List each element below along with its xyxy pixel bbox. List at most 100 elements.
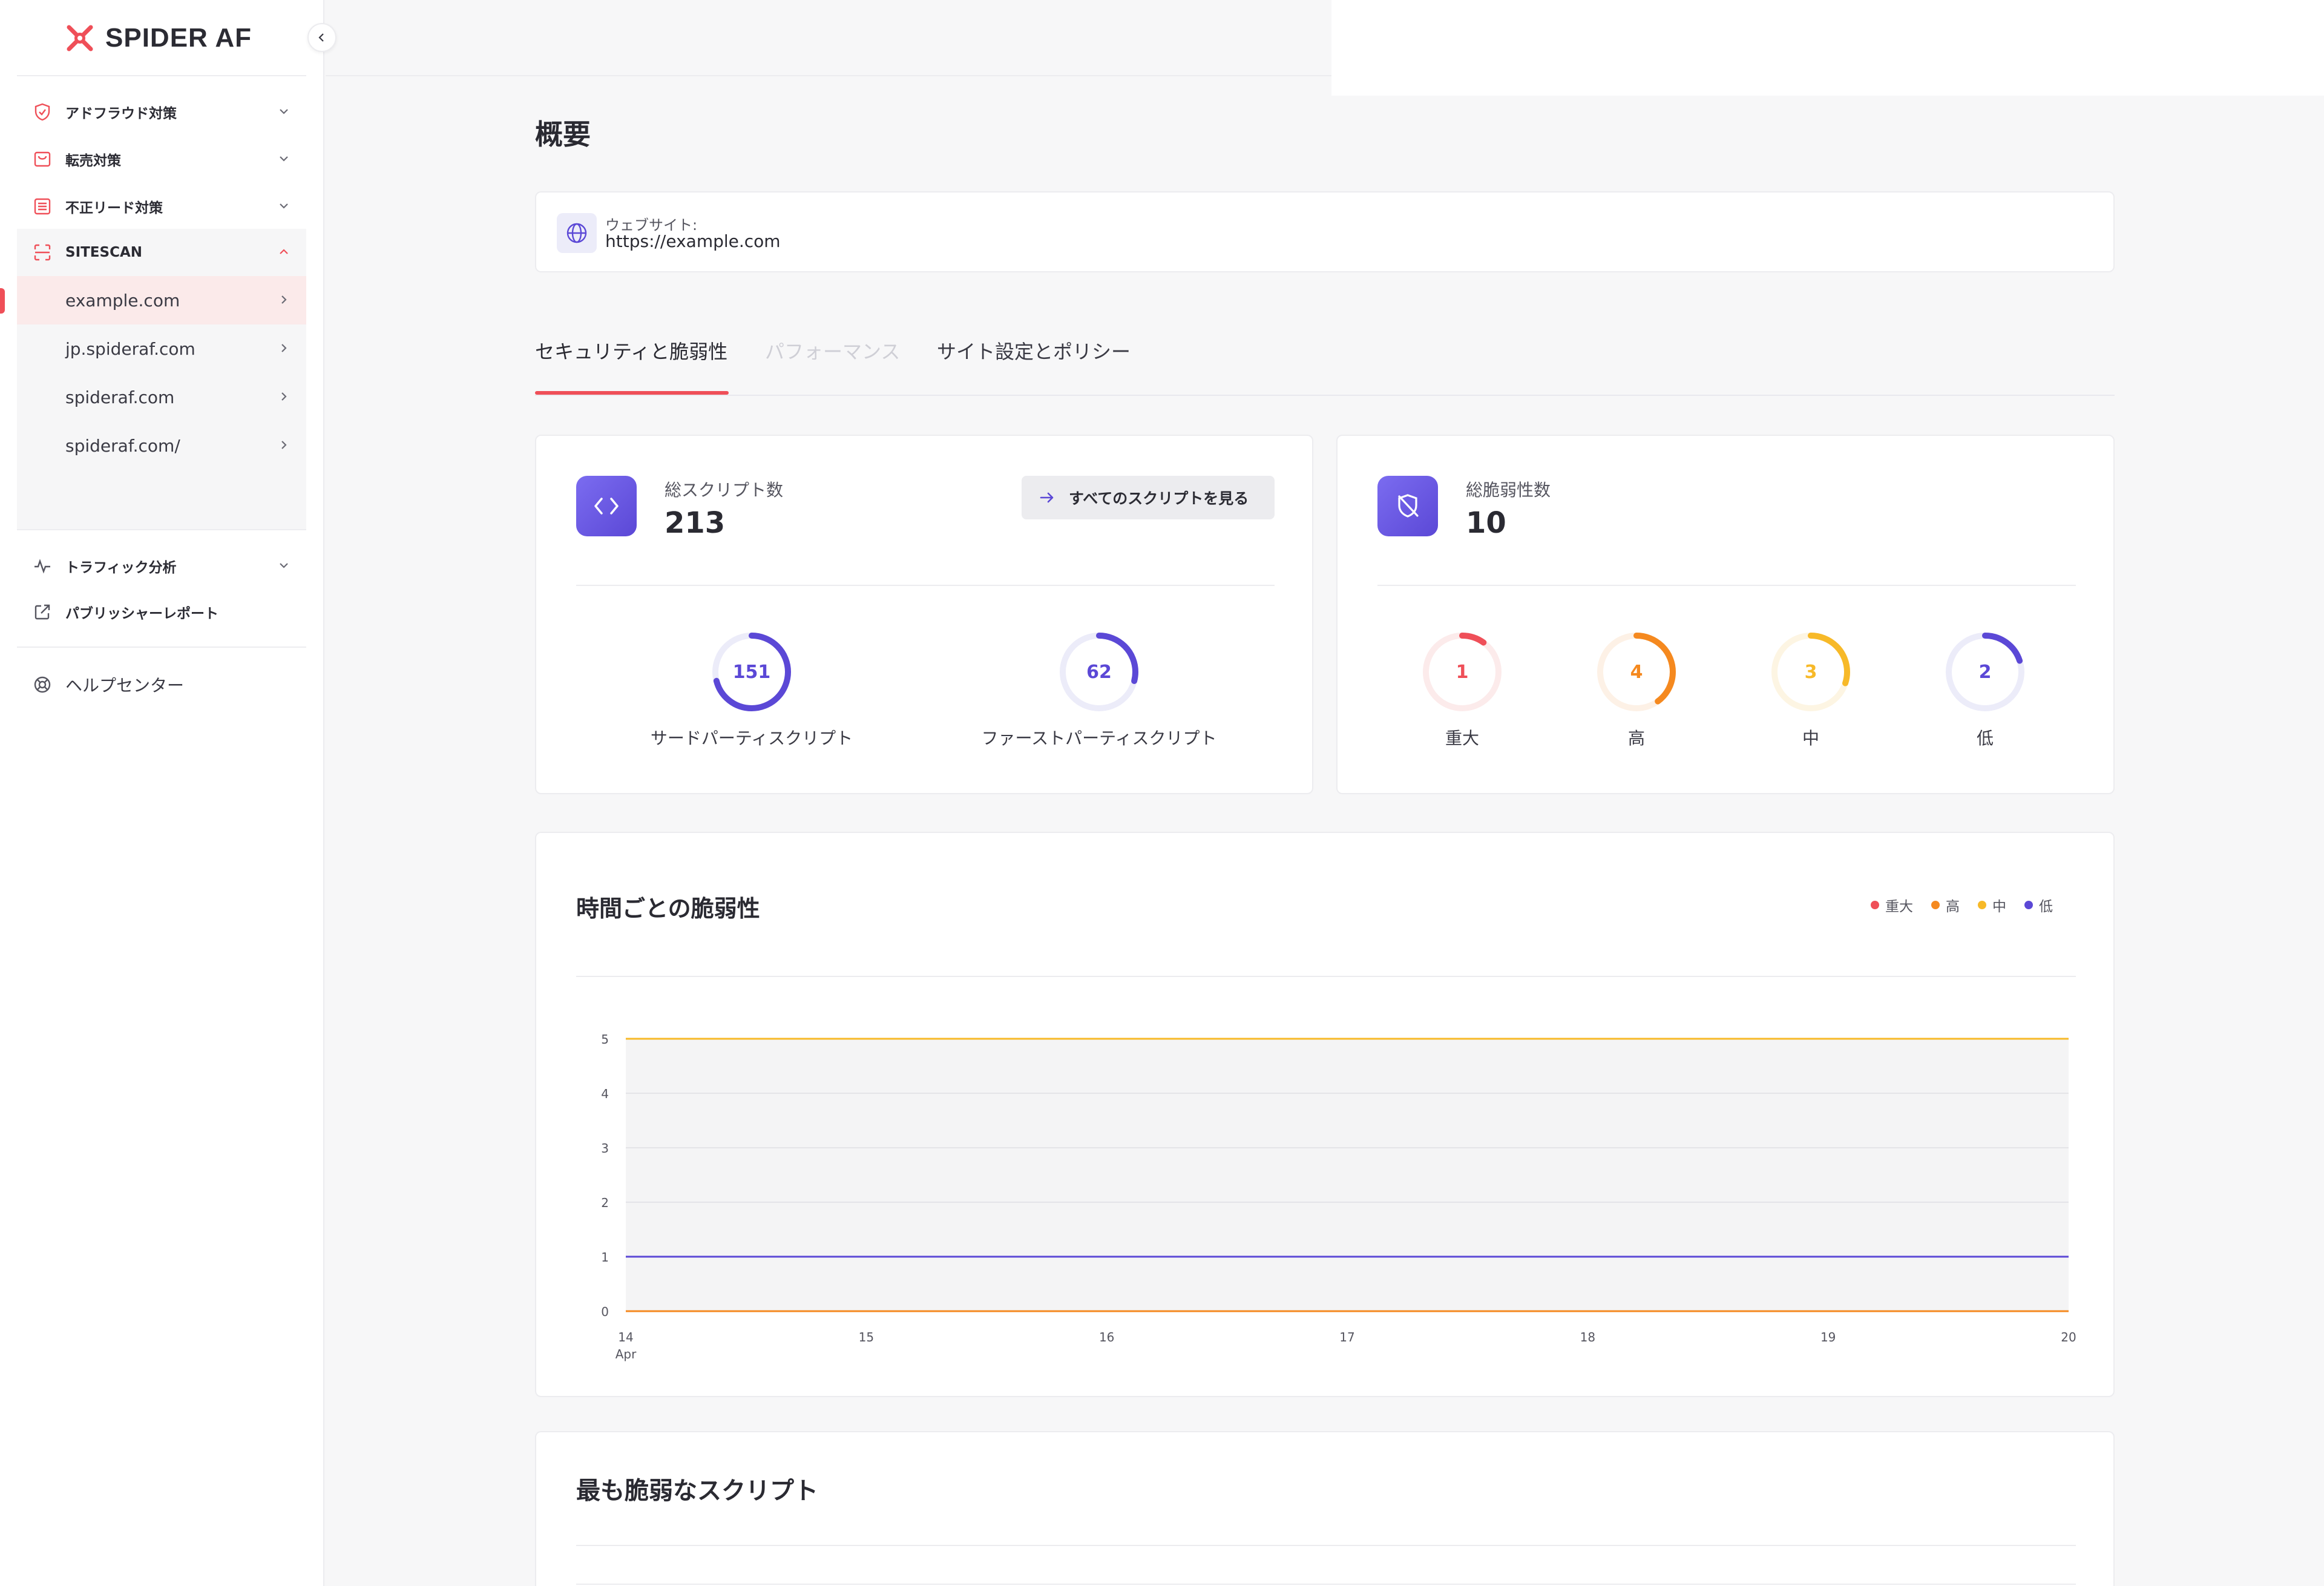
sidebar-item-site[interactable]: jp.spideraf.com <box>17 324 306 373</box>
chevron-down-icon <box>280 203 288 209</box>
x-tick-label: 16 <box>1099 1330 1114 1344</box>
y-tick-label: 2 <box>601 1196 609 1210</box>
third-party-count: 151 <box>732 661 771 683</box>
divider <box>17 75 306 76</box>
site-label: spideraf.com <box>65 387 175 407</box>
nav-traffic[interactable]: トラフィック分析 <box>17 542 306 590</box>
code-icon <box>576 476 637 536</box>
brand-name: SPIDER AF <box>105 23 252 53</box>
medium-label: 中 <box>1802 728 1819 748</box>
nav-label: SITESCAN <box>65 245 143 260</box>
high-ring: 4 <box>1594 630 1679 714</box>
high-label: 高 <box>1627 728 1645 748</box>
third-party-label: サードパーティスクリプト <box>650 728 853 748</box>
nav-label: アドフラウド対策 <box>65 106 177 122</box>
globe-icon <box>557 213 597 253</box>
vulnerabilities-card: 総脆弱性数 10 1 重大 4 高 3 中 2 低 <box>1336 435 2115 794</box>
shield-off-icon <box>1377 476 1438 536</box>
plot-area <box>626 1039 2069 1311</box>
x-tick-label: 20 <box>2061 1330 2076 1344</box>
site-label: example.com <box>65 290 180 311</box>
y-tick-label: 0 <box>601 1305 609 1319</box>
website-url[interactable]: https://example.com <box>605 231 781 251</box>
spider-logo-icon <box>67 25 93 51</box>
divider <box>17 647 306 648</box>
most-vulnerable-scripts-card: 最も脆弱なスクリプト <box>535 1431 2115 1586</box>
y-tick-label: 1 <box>601 1250 609 1265</box>
nav-resale[interactable]: 転売対策 <box>17 136 306 183</box>
chevron-right-icon <box>281 392 287 401</box>
tab-baseline <box>535 395 2115 396</box>
x-tick-label: 14 <box>618 1330 633 1344</box>
first-party-label: ファーストパーティスクリプト <box>981 728 1217 748</box>
site-label: jp.spideraf.com <box>65 338 195 359</box>
first-party-ring: 62 <box>1057 630 1141 714</box>
view-all-scripts-button[interactable]: すべてのスクリプトを見る <box>1022 476 1275 519</box>
collapse-sidebar-button[interactable] <box>307 23 336 52</box>
divider <box>17 529 306 530</box>
most-vulnerable-title: 最も脆弱なスクリプト <box>576 1477 818 1505</box>
chevron-right-icon <box>281 295 287 304</box>
divider <box>576 585 1275 586</box>
scripts-card: 総スクリプト数 213 すべてのスクリプトを見る 151 サードパーティスクリプ… <box>535 435 1313 794</box>
chevron-down-icon <box>280 563 288 568</box>
page-title: 概要 <box>535 118 591 151</box>
tab-site-settings[interactable]: サイト設定とポリシー <box>937 337 1131 364</box>
low-ring: 2 <box>1943 630 2027 714</box>
x-tick-label: 19 <box>1820 1330 1836 1344</box>
chevron-right-icon <box>281 441 287 449</box>
total-scripts-label: 総スクリプト数 <box>665 480 784 500</box>
total-vulnerabilities-label: 総脆弱性数 <box>1466 480 1551 500</box>
first-party-count: 62 <box>1086 661 1112 683</box>
critical-ring: 1 <box>1420 630 1505 714</box>
y-tick-label: 4 <box>601 1087 609 1101</box>
cart-icon <box>31 148 53 170</box>
nav-publisher-report[interactable]: パブリッシャーレポート <box>17 588 306 636</box>
sidebar-item-site[interactable]: spideraf.com/ <box>17 421 306 470</box>
vulnerability-chart-card: 時間ごとの脆弱性 重大 高 中 低 0 1 2 3 4 5 14 15 16 17 18 19 20 Ap… <box>535 832 2115 1397</box>
chevron-up-icon <box>280 249 288 254</box>
shield-check-icon <box>31 101 53 123</box>
divider <box>1377 585 2076 586</box>
nav-sitescan[interactable]: SITESCAN <box>17 229 306 276</box>
brand-logo[interactable]: SPIDER AF <box>63 18 252 58</box>
y-tick-label: 3 <box>601 1141 609 1156</box>
nav-lead-fraud[interactable]: 不正リード対策 <box>17 183 306 230</box>
y-tick-label: 5 <box>601 1032 609 1047</box>
site-label: spideraf.com/ <box>65 435 180 456</box>
divider <box>576 1545 2076 1546</box>
scan-icon <box>31 242 53 263</box>
medium-ring: 3 <box>1768 630 1853 714</box>
active-indicator <box>0 288 5 314</box>
critical-label: 重大 <box>1445 728 1479 748</box>
nav-label: ヘルプセンター <box>65 676 185 696</box>
critical-count: 1 <box>1456 661 1469 683</box>
external-link-icon <box>31 601 53 623</box>
medium-count: 3 <box>1804 661 1817 683</box>
view-all-scripts-label: すべてのスクリプトを見る <box>1069 490 1249 507</box>
x-tick-label: 18 <box>1580 1330 1595 1344</box>
x-axis-month-label: Apr <box>615 1347 637 1361</box>
nav-adfraud[interactable]: アドフラウド対策 <box>17 88 306 136</box>
form-list-icon <box>31 196 53 217</box>
low-label: 低 <box>1976 728 1994 748</box>
nav-label: 転売対策 <box>65 153 121 169</box>
tab-performance: パフォーマンス <box>765 340 901 363</box>
total-scripts-value: 213 <box>665 506 726 540</box>
high-count: 4 <box>1630 661 1643 683</box>
chevron-down-icon <box>280 109 288 114</box>
nav-help-center[interactable]: ヘルプセンター <box>17 661 306 708</box>
low-count: 2 <box>1978 661 1992 683</box>
arrow-right-icon <box>1040 492 1054 503</box>
activity-icon <box>31 555 53 577</box>
third-party-ring: 151 <box>709 630 794 714</box>
tab-active-indicator <box>535 391 729 395</box>
sidebar-item-site[interactable]: spideraf.com <box>17 373 306 421</box>
nav-label: トラフィック分析 <box>65 560 177 576</box>
total-vulnerabilities-value: 10 <box>1466 506 1506 540</box>
x-tick-label: 15 <box>859 1330 874 1344</box>
divider <box>576 1584 2076 1585</box>
lifebuoy-icon <box>31 674 53 696</box>
tab-security[interactable]: セキュリティと脆弱性 <box>535 337 727 364</box>
sidebar-item-site[interactable]: example.com <box>17 276 306 324</box>
